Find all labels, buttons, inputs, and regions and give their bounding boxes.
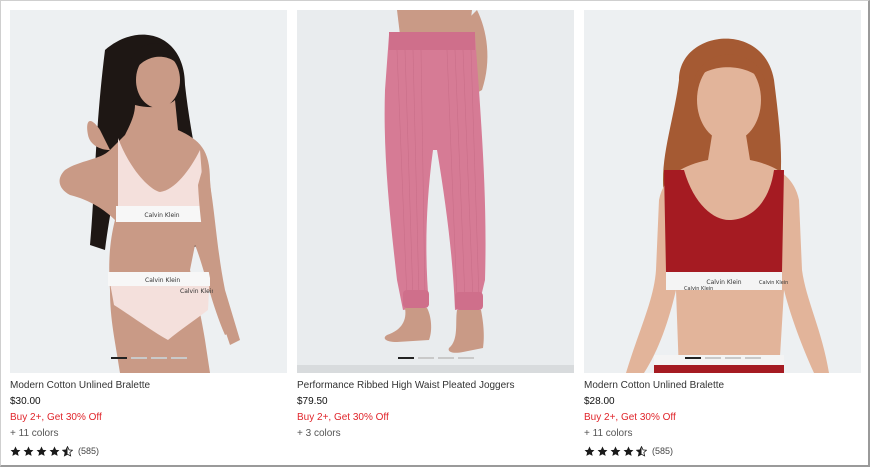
star-icon — [49, 446, 60, 456]
svg-text:Calvin Klein: Calvin Klein — [180, 288, 215, 295]
product-promo: Buy 2+, Get 30% Off — [297, 412, 389, 423]
model-photo: Calvin Klein Calvin Klein Calvin Klein — [10, 10, 287, 373]
product-card[interactable]: Calvin Klein Calvin Klein Calvin Klein M… — [10, 10, 287, 459]
carousel-dot[interactable] — [130, 357, 147, 359]
star-icon — [597, 446, 608, 456]
joggers-photo — [297, 10, 574, 373]
star-icon — [623, 446, 634, 456]
review-count: (585) — [78, 446, 100, 456]
carousel-dots — [110, 357, 187, 359]
product-image[interactable] — [297, 10, 574, 373]
product-rating[interactable]: (585) — [584, 443, 861, 459]
product-card[interactable]: Performance Ribbed High Waist Pleated Jo… — [297, 10, 574, 443]
star-icon — [36, 446, 47, 456]
star-icon — [10, 446, 21, 456]
product-rating[interactable]: (585) — [10, 443, 287, 459]
carousel-dot[interactable] — [457, 357, 474, 359]
product-name[interactable]: Modern Cotton Unlined Bralette — [10, 379, 287, 395]
product-colors[interactable]: + 11 colors — [584, 427, 861, 443]
star-icon — [23, 446, 34, 456]
carousel-dots — [684, 357, 761, 359]
svg-text:Calvin Klein: Calvin Klein — [706, 279, 741, 286]
star-icon — [584, 446, 595, 456]
product-card[interactable]: Calvin Klein Calvin Klein Calvin Klein M… — [584, 10, 861, 459]
product-promo: Buy 2+, Get 30% Off — [584, 412, 676, 423]
carousel-dots — [397, 357, 474, 359]
carousel-dot[interactable] — [744, 357, 761, 359]
svg-text:Calvin Klein: Calvin Klein — [145, 277, 180, 284]
carousel-dot[interactable] — [684, 357, 701, 359]
product-colors[interactable]: + 3 colors — [297, 427, 574, 443]
carousel-dot[interactable] — [150, 357, 167, 359]
product-promo: Buy 2+, Get 30% Off — [10, 412, 102, 423]
half-star-icon — [636, 445, 647, 457]
carousel-dot[interactable] — [170, 357, 187, 359]
model-photo: Calvin Klein Calvin Klein Calvin Klein — [584, 10, 861, 373]
svg-text:Calvin Klein: Calvin Klein — [759, 280, 788, 286]
product-price: $30.00 — [10, 396, 41, 407]
carousel-dot[interactable] — [724, 357, 741, 359]
product-name[interactable]: Modern Cotton Unlined Bralette — [584, 379, 861, 395]
svg-text:Calvin Klein: Calvin Klein — [684, 286, 713, 292]
product-price: $79.50 — [297, 396, 328, 407]
product-colors[interactable]: + 11 colors — [10, 427, 287, 443]
review-count: (585) — [652, 446, 674, 456]
product-image[interactable]: Calvin Klein Calvin Klein Calvin Klein — [584, 10, 861, 373]
carousel-dot[interactable] — [704, 357, 721, 359]
half-star-icon — [62, 445, 73, 457]
carousel-dot[interactable] — [417, 357, 434, 359]
carousel-dot[interactable] — [437, 357, 454, 359]
carousel-dot[interactable] — [397, 357, 414, 359]
svg-text:Calvin Klein: Calvin Klein — [144, 212, 179, 219]
product-image[interactable]: Calvin Klein Calvin Klein Calvin Klein — [10, 10, 287, 373]
carousel-dot[interactable] — [110, 357, 127, 359]
product-name[interactable]: Performance Ribbed High Waist Pleated Jo… — [297, 379, 574, 395]
product-price: $28.00 — [584, 396, 615, 407]
star-icon — [610, 446, 621, 456]
